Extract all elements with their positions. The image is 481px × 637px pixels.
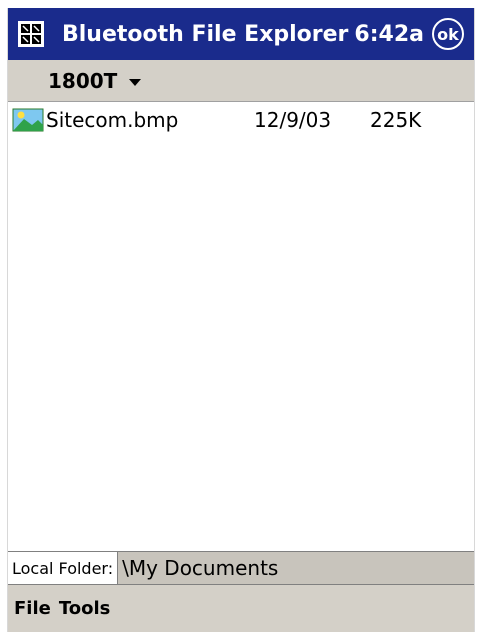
tab-local-folder-label: Local Folder:: [12, 558, 114, 578]
list-item[interactable]: Sitecom.bmp 12/9/03 225K: [8, 103, 474, 137]
menu-file[interactable]: File: [14, 598, 51, 619]
tab-local-folder[interactable]: Local Folder:: [8, 552, 119, 584]
ok-button[interactable]: ok: [432, 18, 464, 50]
file-list: Sitecom.bmp 12/9/03 225K: [8, 103, 474, 551]
file-date: 12/9/03: [254, 108, 332, 132]
menu-bar: File Tools: [8, 585, 474, 632]
current-path-text: \My Documents: [122, 556, 279, 580]
app-window: Bluetooth File Explorer 6:42a ok 1800T S…: [7, 8, 475, 632]
menu-tools[interactable]: Tools: [59, 598, 111, 619]
window-title: Bluetooth File Explorer: [62, 21, 349, 47]
bitmap-file-icon: [12, 108, 44, 132]
chevron-down-icon: [129, 78, 142, 86]
clock[interactable]: 6:42a: [354, 22, 424, 47]
current-path: \My Documents: [118, 552, 278, 584]
title-bar: Bluetooth File Explorer 6:42a ok: [8, 8, 474, 60]
path-bar: Local Folder: \My Documents: [8, 551, 474, 585]
file-size: 225K: [370, 108, 422, 132]
ok-label: ok: [437, 24, 459, 44]
file-name: Sitecom.bmp: [46, 108, 179, 132]
windows-flag-icon: [18, 21, 44, 47]
start-menu-button[interactable]: [8, 8, 54, 60]
device-name: 1800T: [48, 68, 118, 93]
device-dropdown[interactable]: 1800T: [48, 68, 142, 93]
device-bar: 1800T: [8, 60, 474, 102]
